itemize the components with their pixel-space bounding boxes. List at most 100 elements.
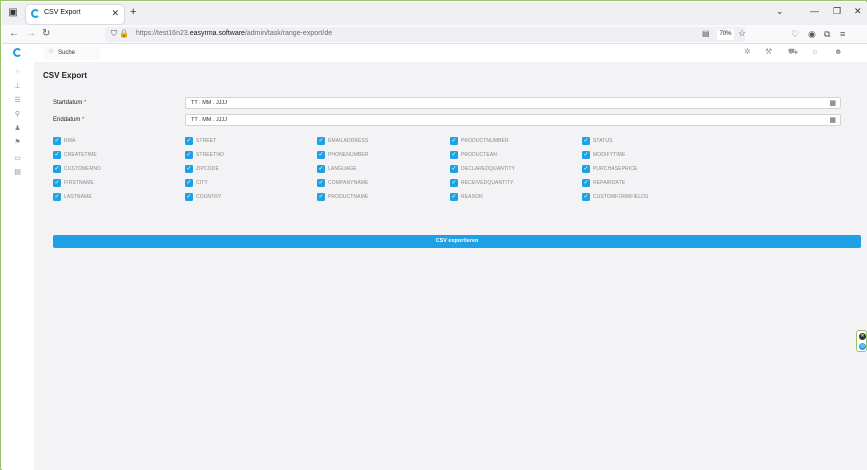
checkmark-icon[interactable]: ✓ <box>450 179 458 187</box>
checkmark-icon[interactable]: ✓ <box>450 151 458 159</box>
sidebar-person-icon[interactable]: ⚲ <box>13 110 22 118</box>
start-date-value: TT . MM . JJJJ <box>191 100 227 106</box>
sidebar-user-icon[interactable]: ♟ <box>13 124 22 132</box>
checkbox-label: LASTNAME <box>64 194 92 200</box>
floating-help-widget: ✕ ◎ <box>856 330 867 352</box>
sidebar-nodes-icon[interactable]: ⁘ <box>13 68 22 76</box>
checkmark-icon[interactable]: ✓ <box>582 137 590 145</box>
checkbox-label: LANGUAGE <box>328 166 357 172</box>
checkmark-icon[interactable]: ✓ <box>53 165 61 173</box>
checkmark-icon[interactable]: ✓ <box>582 193 590 201</box>
help-widget-icon[interactable]: ◎ <box>859 343 866 350</box>
checkbox-label: MODIFYTIME <box>593 152 626 158</box>
shield-lock-icon: ⛉ 🔒 <box>111 29 130 38</box>
checkmark-icon[interactable]: ✓ <box>450 165 458 173</box>
tab-close-icon[interactable]: ✕ <box>111 8 119 19</box>
checkmark-icon[interactable]: ✓ <box>53 151 61 159</box>
search-icon: ○ <box>49 48 54 55</box>
navigation-bar: ← → ↻ ⛉ 🔒 https://test16n23.easyrma.soft… <box>2 25 867 44</box>
url-text[interactable]: https://test16n23.easyrma.software/admin… <box>136 30 332 37</box>
checkmark-icon[interactable]: ✓ <box>317 137 325 145</box>
zoom-level[interactable]: 70% <box>717 29 734 40</box>
browser-window: ▣ CSV Export ✕ + ⌄ — ❐ ✕ ← → ↻ ⛉ 🔒 https… <box>0 0 867 470</box>
transport-icon[interactable]: ⛟ <box>788 47 798 57</box>
sidebar-chat-icon[interactable]: ▭ <box>13 154 22 162</box>
checkbox-label: REASON <box>461 194 483 200</box>
checkmark-icon[interactable]: ✓ <box>582 179 590 187</box>
checkbox-label: PURCHASEPRICE <box>593 166 638 172</box>
checkmark-icon[interactable]: ✓ <box>185 137 193 145</box>
tab-list-icon[interactable]: ▣ <box>7 7 19 19</box>
checkmark-icon[interactable]: ✓ <box>450 137 458 145</box>
bookmark-star-icon[interactable]: ☆ <box>738 28 746 39</box>
end-date-label: Enddatum * <box>53 117 85 123</box>
url-bar[interactable]: ⛉ 🔒 https://test16n23.easyrma.software/a… <box>105 27 746 42</box>
end-date-field[interactable]: TT . MM . JJJJ ▦ <box>185 114 841 126</box>
close-widget-icon[interactable]: ✕ <box>859 333 866 340</box>
top-bar: ○ Suche ✲ ⚒ ⛟ ☼ ☻ <box>34 44 867 62</box>
csv-export-button[interactable]: CSV exportieren <box>53 235 861 248</box>
checkmark-icon[interactable]: ✓ <box>450 193 458 201</box>
extensions-icon[interactable]: ⧉ <box>824 29 830 40</box>
checkbox-label: EMAILADDRESS <box>328 138 369 144</box>
sidebar-pin-icon[interactable]: ⊥ <box>13 82 22 90</box>
checkbox-label: ZIPCODE <box>196 166 219 172</box>
checkmark-icon[interactable]: ✓ <box>53 137 61 145</box>
checkmark-icon[interactable]: ✓ <box>185 165 193 173</box>
checkbox-label: PHONENUMBER <box>328 152 369 158</box>
export-form: Startdatum * TT . MM . JJJJ ▦ Enddatum *… <box>43 90 861 248</box>
checkbox-label: RMA <box>64 138 76 144</box>
reload-icon[interactable]: ↻ <box>42 28 50 39</box>
back-icon[interactable]: ← <box>9 28 19 39</box>
checkbox-label: COMPANYNAME <box>328 180 369 186</box>
calendar-icon[interactable]: ▦ <box>829 116 836 124</box>
bug-icon[interactable]: ✲ <box>744 47 751 56</box>
reader-view-icon[interactable]: ▤ <box>702 29 710 38</box>
wrench-icon[interactable]: ⚒ <box>765 47 772 56</box>
account-icon[interactable]: ◉ <box>808 29 816 40</box>
end-date-value: TT . MM . JJJJ <box>191 117 227 123</box>
close-window-button[interactable]: ✕ <box>854 6 862 17</box>
checkbox-label: PRODUCTNUMBER <box>461 138 509 144</box>
sidebar-list-icon[interactable]: ☰ <box>13 96 22 104</box>
checkmark-icon[interactable]: ✓ <box>53 193 61 201</box>
checkmark-icon[interactable]: ✓ <box>317 193 325 201</box>
checkmark-icon[interactable]: ✓ <box>582 165 590 173</box>
minimize-button[interactable]: — <box>810 6 819 16</box>
checkmark-icon[interactable]: ✓ <box>582 151 590 159</box>
start-date-field[interactable]: TT . MM . JJJJ ▦ <box>185 97 841 109</box>
tab-strip: ▣ CSV Export ✕ + ⌄ — ❐ ✕ <box>2 2 867 25</box>
tab-csv-export[interactable]: CSV Export ✕ <box>26 5 124 24</box>
easyrma-favicon-icon <box>31 9 40 18</box>
checkbox-label: STREETNO <box>196 152 225 158</box>
checkbox-label: COUNTRY <box>196 194 222 200</box>
checkmark-icon[interactable]: ✓ <box>317 179 325 187</box>
checkmark-icon[interactable]: ✓ <box>185 179 193 187</box>
menu-icon[interactable]: ≡ <box>840 29 845 39</box>
sun-icon[interactable]: ☼ <box>811 47 818 56</box>
checkbox-label: STATUS <box>593 138 613 144</box>
tab-title: CSV Export <box>44 9 81 16</box>
calendar-icon[interactable]: ▦ <box>829 99 836 107</box>
new-tab-button[interactable]: + <box>130 6 136 18</box>
search-input[interactable]: ○ Suche <box>44 47 100 60</box>
checkmark-icon[interactable]: ✓ <box>185 151 193 159</box>
checkmark-icon[interactable]: ✓ <box>317 165 325 173</box>
checkmark-icon[interactable]: ✓ <box>185 193 193 201</box>
easyrma-logo-icon[interactable] <box>13 48 22 57</box>
tab-overflow-icon[interactable]: ⌄ <box>776 6 784 17</box>
start-date-label: Startdatum * <box>53 100 87 106</box>
profile-icon[interactable]: ☻ <box>834 47 842 56</box>
checkbox-label: CREATETIME <box>64 152 97 158</box>
sidebar-tasks-icon[interactable]: ⚑ <box>13 138 22 146</box>
checkbox-label: PRODUCTEAN <box>461 152 498 158</box>
sidebar: ⁘ ⊥ ☰ ⚲ ♟ ⚑ ▭ ▤ <box>2 44 34 470</box>
page-title: CSV Export <box>43 71 88 80</box>
checkbox-label: CUSTOMERNO <box>64 166 102 172</box>
checkmark-icon[interactable]: ✓ <box>317 151 325 159</box>
checkmark-icon[interactable]: ✓ <box>53 179 61 187</box>
maximize-button[interactable]: ❐ <box>833 6 841 17</box>
forward-icon[interactable]: → <box>26 28 36 39</box>
sidebar-list2-icon[interactable]: ▤ <box>13 168 22 176</box>
pocket-icon[interactable]: ♡ <box>791 29 799 40</box>
